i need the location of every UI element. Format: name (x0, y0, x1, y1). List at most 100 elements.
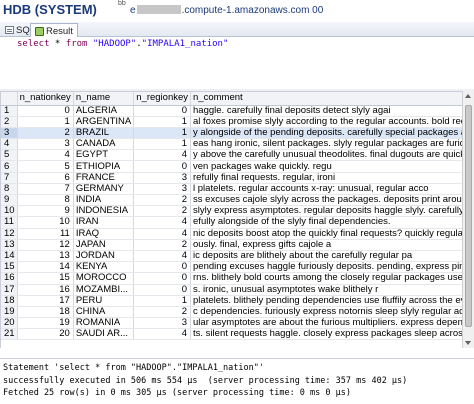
name-cell[interactable]: EGYPT (73, 149, 135, 162)
row-number-cell[interactable]: 12 (1, 228, 18, 240)
comment-cell[interactable]: l platelets. regular accounts x-ray: unu… (190, 183, 462, 196)
column-header-n_nationkey[interactable]: n_nationkey (17, 92, 74, 106)
nationkey-cell[interactable]: 1 (17, 116, 74, 128)
row-number-cell[interactable]: 17 (1, 284, 18, 296)
name-cell[interactable]: SAUDI AR... (73, 328, 135, 341)
regionkey-cell[interactable]: 4 (133, 149, 192, 162)
nationkey-cell[interactable]: 17 (17, 295, 74, 307)
table-row[interactable]: 13 12 JAPAN 2 ously. final, express gifts ca… (1, 239, 462, 251)
nationkey-cell[interactable]: 0 (17, 105, 74, 117)
nationkey-cell[interactable]: 5 (17, 160, 74, 173)
regionkey-cell[interactable]: 0 (133, 272, 192, 285)
row-number-cell[interactable]: 14 (1, 250, 18, 263)
table-row[interactable]: 14 13 JORDAN 4 ic deposits are blithely abou… (1, 250, 462, 263)
nationkey-cell[interactable]: 7 (17, 183, 74, 196)
table-row[interactable]: 3 2 BRAZIL 1 y alongside of the pending depo… (1, 127, 462, 140)
scroll-down-arrow-icon[interactable] (465, 341, 471, 345)
nationkey-cell[interactable]: 15 (17, 272, 74, 285)
nationkey-cell[interactable]: 18 (17, 306, 74, 319)
name-cell[interactable]: BRAZIL (73, 127, 135, 140)
nationkey-cell[interactable]: 19 (17, 317, 74, 330)
nationkey-cell[interactable]: 12 (17, 239, 74, 251)
row-number-cell[interactable]: 15 (1, 261, 18, 274)
table-row[interactable]: 17 16 MOZAMBI... 0 s. ironic, unusual asympt… (1, 284, 462, 296)
regionkey-cell[interactable]: 4 (133, 328, 192, 341)
name-cell[interactable]: ARGENTINA (73, 116, 135, 128)
regionkey-cell[interactable]: 2 (133, 194, 192, 207)
table-row[interactable]: 8 7 GERMANY 3 l platelets. regular accounts … (1, 183, 462, 196)
row-number-cell[interactable]: 4 (1, 138, 18, 151)
table-row[interactable]: 6 5 ETHIOPIA 0 ven packages wake quickly. re… (1, 160, 462, 173)
comment-cell[interactable]: slyly express asymptotes. regular deposi… (190, 205, 462, 218)
nationkey-cell[interactable]: 11 (17, 228, 74, 240)
name-cell[interactable]: GERMANY (73, 183, 135, 196)
comment-cell[interactable]: pending excuses haggle furiously deposit… (190, 261, 462, 274)
comment-cell[interactable]: eas hang ironic, silent packages. slyly … (190, 138, 462, 151)
sql-query-text[interactable]: select * from "HADOOP"."IMPALA1_nation" (17, 39, 228, 49)
regionkey-cell[interactable]: 1 (133, 295, 192, 307)
regionkey-cell[interactable]: 1 (133, 116, 192, 128)
table-row[interactable]: 2 1 ARGENTINA 1 al foxes promise slyly accor… (1, 116, 462, 128)
scroll-up-arrow-icon[interactable] (465, 94, 471, 98)
vertical-scrollbar[interactable] (462, 91, 474, 348)
comment-cell[interactable]: refully final requests. regular, ironi (190, 172, 462, 184)
table-row[interactable]: 4 3 CANADA 1 eas hang ironic, silent package… (1, 138, 462, 151)
table-row[interactable]: 5 4 EGYPT 4 y above the carefully unusual th… (1, 149, 462, 162)
nationkey-cell[interactable]: 16 (17, 284, 74, 296)
regionkey-cell[interactable]: 0 (133, 160, 192, 173)
row-number-cell[interactable]: 5 (1, 149, 18, 162)
comment-cell[interactable]: nic deposits boost atop the quickly fina… (190, 228, 462, 240)
row-number-cell[interactable]: 6 (1, 160, 18, 173)
comment-cell[interactable]: efully alongside of the slyly final depe… (190, 216, 462, 229)
regionkey-cell[interactable]: 4 (133, 216, 192, 229)
name-cell[interactable]: FRANCE (73, 172, 135, 184)
table-row[interactable]: 11 10 IRAN 4 efully alongside of the slyly f… (1, 216, 462, 229)
row-number-cell[interactable]: 2 (1, 116, 18, 128)
table-row[interactable]: 10 9 INDONESIA 2 slyly express asymptotes. … (1, 205, 462, 218)
name-cell[interactable]: IRAQ (73, 228, 135, 240)
comment-cell[interactable]: ts. silent requests haggle. closely expr… (190, 328, 462, 341)
name-cell[interactable]: KENYA (73, 261, 135, 274)
name-cell[interactable]: MOROCCO (73, 272, 135, 285)
nationkey-cell[interactable]: 13 (17, 250, 74, 263)
name-cell[interactable]: INDIA (73, 194, 135, 207)
nationkey-cell[interactable]: 8 (17, 194, 74, 207)
column-header-n_regionkey[interactable]: n_regionkey (133, 92, 192, 106)
regionkey-cell[interactable]: 1 (133, 138, 192, 151)
table-row[interactable]: 7 6 FRANCE 3 refully final requests. regular… (1, 172, 462, 184)
comment-cell[interactable]: al foxes promise slyly according to the … (190, 116, 462, 128)
regionkey-cell[interactable]: 4 (133, 228, 192, 240)
regionkey-cell[interactable]: 0 (133, 284, 192, 296)
table-row[interactable]: 15 14 KENYA 0 pending excuses haggle furiou… (1, 261, 462, 274)
comment-cell[interactable]: ic deposits are blithely about the caref… (190, 250, 462, 263)
nationkey-cell[interactable]: 9 (17, 205, 74, 218)
comment-cell[interactable]: ular asymptotes are about the furious mu… (190, 317, 462, 330)
regionkey-cell[interactable]: 2 (133, 306, 192, 319)
nationkey-cell[interactable]: 14 (17, 261, 74, 274)
table-row[interactable]: 16 15 MOROCCO 0 rns. blithely bold courts am… (1, 272, 462, 285)
comment-cell[interactable]: haggle. carefully final deposits detect … (190, 105, 462, 117)
comment-cell[interactable]: rns. blithely bold courts among the clos… (190, 272, 462, 285)
name-cell[interactable]: JAPAN (73, 239, 135, 251)
regionkey-cell[interactable]: 1 (133, 127, 192, 140)
table-row[interactable]: 9 8 INDIA 2 ss excuses cajole slyly across t… (1, 194, 462, 207)
comment-cell[interactable]: ously. final, express gifts cajole a (190, 239, 462, 251)
nationkey-cell[interactable]: 6 (17, 172, 74, 184)
row-number-cell[interactable]: 21 (1, 328, 18, 341)
row-number-cell[interactable]: 19 (1, 306, 18, 319)
name-cell[interactable]: ETHIOPIA (73, 160, 135, 173)
row-number-cell[interactable]: 20 (1, 317, 18, 330)
row-number-cell[interactable]: 13 (1, 239, 18, 251)
row-number-cell[interactable]: 8 (1, 183, 18, 196)
column-header-n_comment[interactable]: n_comment (190, 92, 462, 106)
nationkey-cell[interactable]: 20 (17, 328, 74, 341)
row-number-cell[interactable]: 9 (1, 194, 18, 207)
table-row[interactable]: 18 17 PERU 1 platelets. blithely pending dep… (1, 295, 462, 307)
table-row[interactable]: 20 19 ROMANIA 3 ular asymptotes are about th… (1, 317, 462, 330)
comment-cell[interactable]: ss excuses cajole slyly across the packa… (190, 194, 462, 207)
table-row[interactable]: 1 0 ALGERIA 0 haggle. carefully final depos… (1, 105, 462, 117)
result-grid[interactable]: n_nationkey n_name n_regionkey n_comment… (0, 91, 462, 348)
table-row[interactable]: 12 11 IRAQ 4 nic deposits boost atop the qui… (1, 228, 462, 240)
regionkey-cell[interactable]: 0 (133, 105, 192, 117)
tab-result[interactable]: Result (30, 23, 78, 38)
